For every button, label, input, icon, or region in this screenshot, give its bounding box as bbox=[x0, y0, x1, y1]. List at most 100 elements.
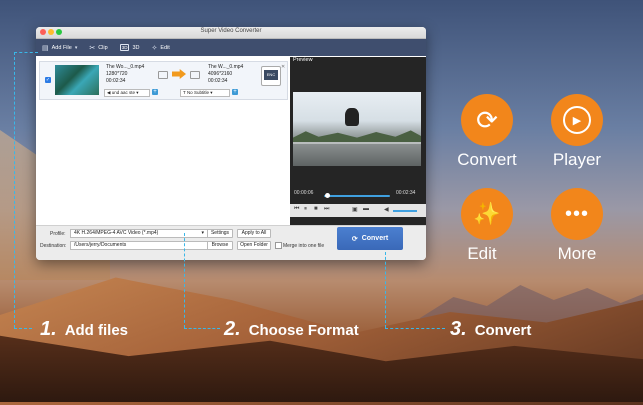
clip-label: Clip bbox=[98, 44, 108, 51]
skater-figure bbox=[345, 108, 359, 126]
player-feature-button[interactable]: ▶ bbox=[551, 94, 603, 146]
destination-field[interactable]: /Users/jerry/Documents bbox=[70, 241, 208, 250]
play-icon: ▶ bbox=[563, 106, 591, 134]
title-bar: Super Video Converter bbox=[36, 27, 426, 39]
step-2-text: Choose Format bbox=[248, 322, 359, 339]
convert-button-label: Convert bbox=[361, 235, 389, 242]
chevron-down-icon: ▾ bbox=[208, 90, 213, 95]
skate-ramp bbox=[293, 142, 421, 166]
file-list: ✓ The Wo..._0.mp4 1280*720 00:02:34 The … bbox=[36, 57, 289, 225]
open-folder-button[interactable]: Open Folder bbox=[237, 241, 271, 250]
add-file-label: Add File bbox=[51, 44, 72, 51]
profile-select[interactable]: 4K H.264/MPEG-4 AVC Video (*.mp4) ▾ bbox=[70, 229, 208, 238]
target-resolution: 4096*2160 bbox=[208, 71, 233, 77]
source-duration: 00:02:34 bbox=[106, 78, 126, 84]
window-title: Super Video Converter bbox=[200, 28, 262, 34]
guide-line-3 bbox=[385, 252, 386, 328]
more-dots-icon: ••• bbox=[564, 202, 589, 225]
audio-track-value: und aac ste bbox=[111, 90, 135, 95]
preview-label: Preview bbox=[293, 57, 313, 63]
step-1: 1. Add files bbox=[40, 318, 128, 341]
magic-wand-icon: ✨ bbox=[473, 201, 501, 226]
edit-feature-label: Edit bbox=[467, 244, 497, 263]
remove-file-icon[interactable]: ✕ bbox=[281, 64, 285, 70]
guide-line-2-end bbox=[184, 328, 220, 329]
add-file-button[interactable]: ▤ Add File ▾ bbox=[42, 44, 77, 52]
more-feature-button[interactable]: ••• bbox=[551, 188, 603, 240]
snapshot-icon[interactable]: ▣ bbox=[352, 206, 358, 213]
list-item[interactable]: ✓ The Wo..._0.mp4 1280*720 00:02:34 The … bbox=[39, 61, 288, 100]
encoder-icon: ENC bbox=[264, 70, 278, 80]
seek-bar[interactable] bbox=[324, 193, 390, 198]
guide-line-2 bbox=[184, 233, 185, 328]
step-1-number: 1. bbox=[40, 318, 57, 340]
browse-button[interactable]: Browse bbox=[207, 241, 233, 250]
encoder-badge[interactable]: ENC bbox=[261, 66, 281, 86]
edit-button[interactable]: ✧ Edit bbox=[151, 44, 169, 52]
add-subtitle-button[interactable]: + bbox=[232, 89, 238, 95]
subtitle-icon: T bbox=[183, 90, 186, 95]
scissors-icon: ✂ bbox=[89, 44, 96, 52]
volume-icon[interactable]: ◀ bbox=[384, 206, 389, 213]
file-checkbox[interactable]: ✓ bbox=[45, 77, 51, 83]
target-filename: The W..._0.mp4 bbox=[208, 64, 244, 70]
merge-label: Merge into one file bbox=[283, 243, 325, 249]
target-duration: 00:02:34 bbox=[208, 78, 228, 84]
refresh-icon: ⟳ bbox=[351, 235, 358, 243]
step-2-number: 2. bbox=[224, 318, 241, 340]
destination-label: Destination: bbox=[40, 243, 67, 249]
preview-panel: Preview 00:00:06 00:02:34 ⏮ ⏸ ■ ⏭ ▣ ▬ ◀ bbox=[290, 57, 426, 225]
volume-slider[interactable] bbox=[393, 210, 417, 212]
video-thumbnail[interactable] bbox=[55, 65, 99, 95]
player-controls: ⏮ ⏸ ■ ⏭ ▣ ▬ ◀ bbox=[290, 204, 426, 217]
edit-feature-button[interactable]: ✨ bbox=[461, 188, 513, 240]
step-forward-icon[interactable]: ⏭ bbox=[324, 206, 329, 213]
source-resolution: 1280*720 bbox=[106, 71, 128, 77]
refresh-icon: ⟳ bbox=[476, 104, 498, 135]
profile-value: 4K H.264/MPEG-4 AVC Video (*.mp4) bbox=[74, 230, 159, 236]
profile-label: Profile: bbox=[50, 231, 66, 237]
apply-to-all-button[interactable]: Apply to All bbox=[237, 229, 271, 238]
convert-feature-label: Convert bbox=[457, 150, 517, 169]
step-1-text: Add files bbox=[64, 322, 129, 339]
step-3-number: 3. bbox=[450, 318, 467, 340]
step-back-icon[interactable]: ⏮ bbox=[294, 206, 299, 213]
video-frame[interactable] bbox=[293, 92, 421, 166]
source-filename: The Wo..._0.mp4 bbox=[106, 64, 145, 70]
pause-icon[interactable]: ⏸ bbox=[304, 206, 307, 213]
target-info: The W..._0.mp4 4096*2160 00:02:34 bbox=[208, 64, 243, 85]
stop-icon[interactable]: ■ bbox=[314, 206, 318, 212]
seek-knob[interactable] bbox=[324, 193, 330, 198]
chevron-down-icon: ▾ bbox=[135, 90, 139, 95]
toolbar: ▤ Add File ▾ ✂ Clip 3D 3D ✧ Edit bbox=[36, 39, 426, 56]
convert-button[interactable]: ⟳ Convert bbox=[337, 227, 403, 250]
audio-track-select[interactable]: ◀ und aac ste ▾ bbox=[104, 89, 150, 97]
step-2: 2. Choose Format bbox=[224, 318, 359, 341]
convert-feature-button[interactable]: ⟳ bbox=[461, 94, 513, 146]
magic-wand-icon: ✧ bbox=[151, 44, 158, 52]
3d-button[interactable]: 3D 3D bbox=[119, 44, 140, 51]
guide-line-1 bbox=[14, 52, 38, 53]
guide-line-1-end bbox=[14, 328, 32, 329]
convert-arrow-icon bbox=[172, 69, 186, 79]
chevron-down-icon: ▾ bbox=[201, 230, 204, 236]
edit-label: Edit bbox=[160, 44, 170, 51]
merge-checkbox[interactable] bbox=[275, 242, 282, 249]
current-time: 00:00:06 bbox=[294, 190, 314, 196]
3d-icon: 3D bbox=[119, 44, 130, 51]
step-3-text: Convert bbox=[474, 322, 532, 339]
subtitle-value: No Subtitle bbox=[186, 90, 209, 95]
subtitle-select[interactable]: T No Subtitle ▾ bbox=[180, 89, 230, 97]
output-settings-icon[interactable] bbox=[190, 71, 200, 79]
source-info: The Wo..._0.mp4 1280*720 00:02:34 bbox=[106, 64, 144, 85]
3d-label: 3D bbox=[132, 44, 140, 51]
app-window: Super Video Converter ▤ Add File ▾ ✂ Cli… bbox=[36, 27, 426, 260]
clip-button[interactable]: ✂ Clip bbox=[89, 44, 107, 52]
folder-icon[interactable]: ▬ bbox=[363, 206, 369, 212]
bottom-bar: Profile: 4K H.264/MPEG-4 AVC Video (*.mp… bbox=[36, 225, 426, 260]
add-audio-button[interactable]: + bbox=[152, 89, 158, 95]
info-icon[interactable] bbox=[158, 71, 168, 79]
guide-line-3-end bbox=[385, 328, 445, 329]
settings-button[interactable]: Settings bbox=[207, 229, 233, 238]
chevron-down-icon[interactable]: ▾ bbox=[75, 45, 78, 51]
